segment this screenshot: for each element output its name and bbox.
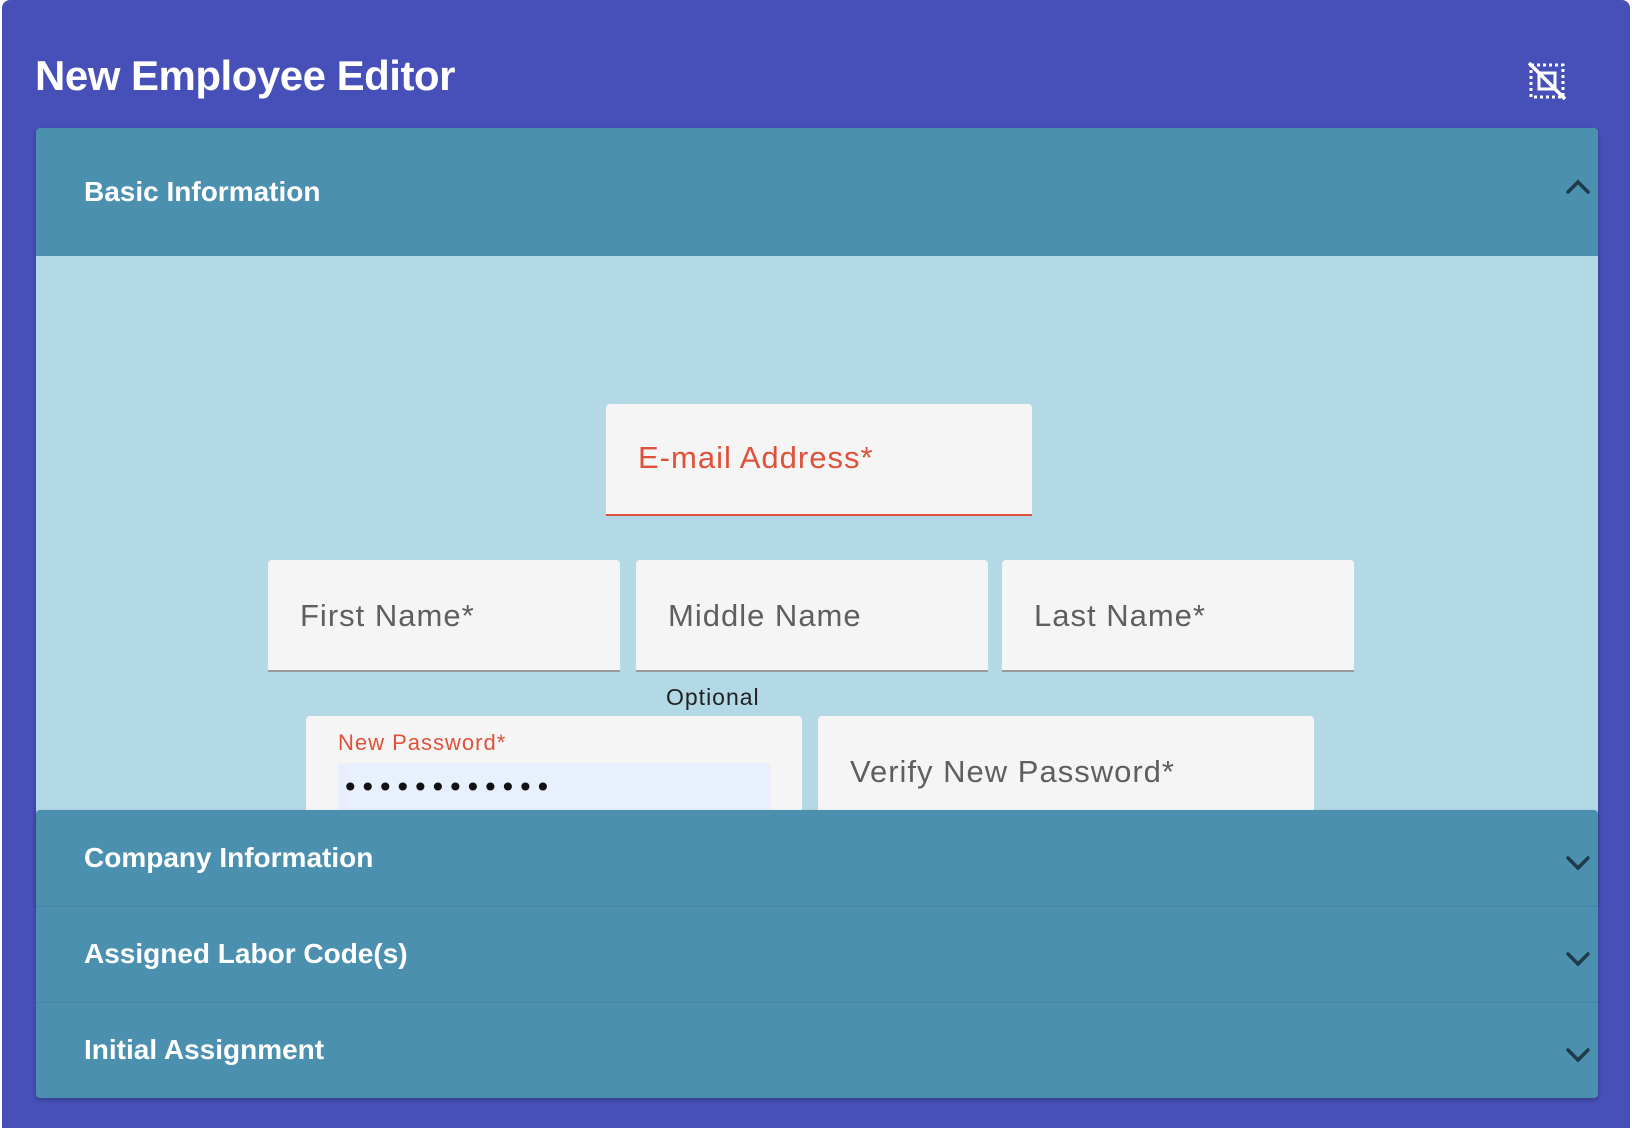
chevron-down-icon — [1566, 856, 1590, 871]
company-information-title: Company Information — [84, 842, 374, 873]
basic-information-panel: Basic Information E-mail Address* First … — [36, 128, 1598, 906]
first-name-field[interactable]: First Name* — [268, 560, 620, 672]
middle-name-field[interactable]: Middle Name — [636, 560, 988, 672]
email-label: E-mail Address* — [638, 440, 874, 475]
collapsed-panels: Company Information Assigned Labor Code(… — [36, 810, 1598, 1098]
email-field[interactable]: E-mail Address* — [606, 404, 1032, 516]
verify-password-label: Verify New Password* — [850, 754, 1175, 789]
chevron-up-icon — [1566, 179, 1590, 194]
basic-information-header[interactable]: Basic Information — [36, 128, 1598, 256]
editor-window: New Employee Editor Basic Information E-… — [2, 0, 1630, 1128]
page-title: New Employee Editor — [35, 52, 455, 99]
initial-assignment-title: Initial Assignment — [84, 1034, 325, 1065]
middle-name-label: Middle Name — [668, 598, 862, 633]
assigned-labor-codes-header[interactable]: Assigned Labor Code(s) — [36, 907, 1598, 1002]
basic-information-body: E-mail Address* First Name* Middle Name … — [36, 256, 1598, 906]
chevron-down-icon — [1566, 952, 1590, 967]
last-name-field[interactable]: Last Name* — [1002, 560, 1354, 672]
new-password-label: New Password* — [338, 730, 507, 755]
basic-information-title: Basic Information — [84, 176, 321, 207]
deselect-icon[interactable] — [1526, 60, 1568, 102]
first-name-label: First Name* — [300, 598, 475, 633]
chevron-down-icon — [1566, 1048, 1590, 1063]
new-password-input[interactable] — [338, 763, 770, 811]
last-name-label: Last Name* — [1034, 598, 1206, 633]
initial-assignment-header[interactable]: Initial Assignment — [36, 1003, 1598, 1098]
assigned-labor-codes-title: Assigned Labor Code(s) — [84, 938, 408, 969]
middle-name-hint: Optional — [666, 684, 760, 710]
company-information-header[interactable]: Company Information — [36, 810, 1598, 906]
